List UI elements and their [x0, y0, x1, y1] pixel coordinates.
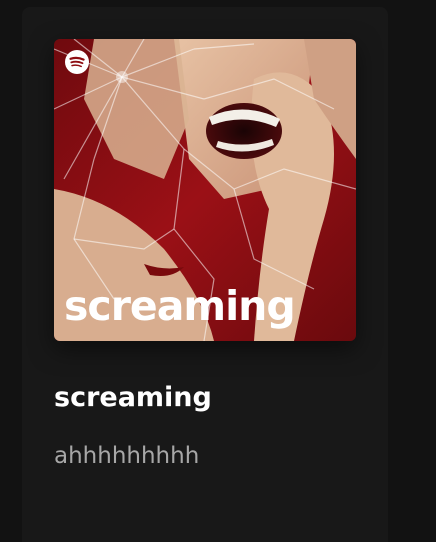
playlist-cover[interactable]: screaming	[54, 39, 356, 341]
page: screaming screaming ahhhhhhhhh	[0, 0, 436, 542]
cover-overlay-title: screaming	[64, 282, 296, 330]
playlist-card[interactable]: screaming screaming ahhhhhhhhh	[22, 7, 388, 542]
playlist-description: ahhhhhhhhh	[54, 443, 200, 469]
playlist-title[interactable]: screaming	[54, 382, 212, 413]
spotify-logo-icon	[65, 50, 89, 74]
